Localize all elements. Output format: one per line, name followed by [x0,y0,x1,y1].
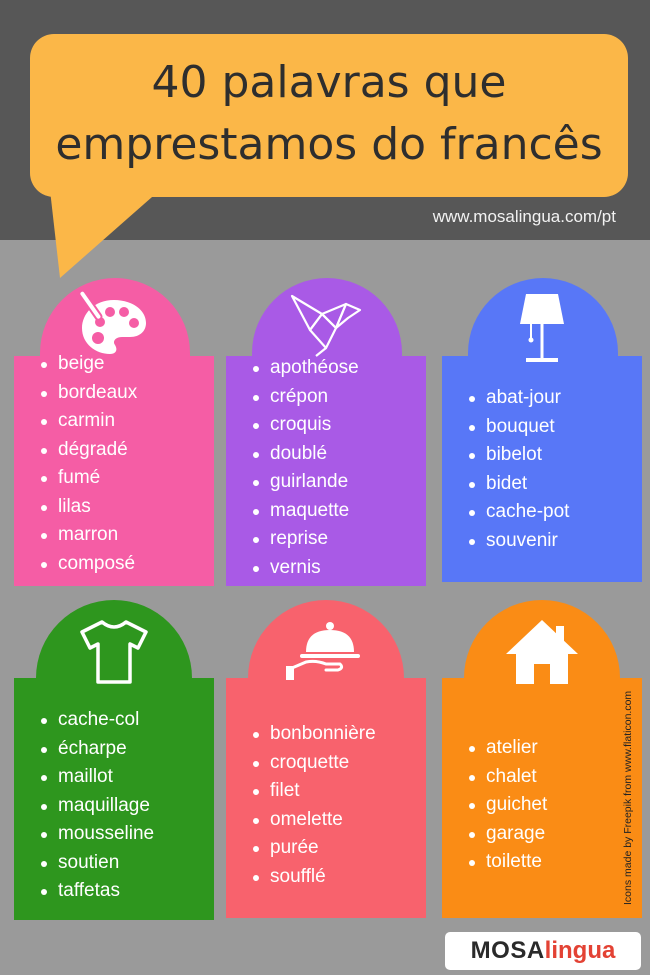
card-home-objects: abat-jour bouquet bibelot bidet cache-po… [442,278,642,582]
list-item: guirlande [253,468,426,497]
list-item: guichet [469,791,642,820]
list-item: abat-jour [469,384,642,413]
list-item: écharpe [41,735,214,764]
site-url[interactable]: www.mosalingua.com/pt [433,207,616,227]
title-line-1: 40 palavras que [151,57,507,108]
tshirt-icon [80,620,148,684]
list-item: fumé [41,464,214,493]
list-item: carmin [41,407,214,436]
card-places: atelier chalet guichet garage toilette [442,600,642,918]
logo-part-mosa: MOSA [470,937,545,964]
word-list: atelier chalet guichet garage toilette [442,734,642,877]
list-item: bordeaux [41,379,214,408]
word-list: beige bordeaux carmin dégradé fumé lilas… [14,350,214,578]
list-item: atelier [469,734,642,763]
list-item: vernis [253,554,426,583]
list-item: maquette [253,497,426,526]
list-item: composé [41,550,214,579]
list-item: filet [253,777,426,806]
lamp-icon [520,294,564,362]
card-colors: beige bordeaux carmin dégradé fumé lilas… [14,278,214,586]
list-item: taffetas [41,877,214,906]
list-item: souvenir [469,527,642,556]
list-item: reprise [253,525,426,554]
list-item: beige [41,350,214,379]
list-item: apothéose [253,354,426,383]
page-title: 40 palavras que emprestamos do francês [30,52,628,176]
list-item: bidet [469,470,642,499]
list-item: doublé [253,440,426,469]
list-item: garage [469,820,642,849]
card-clothing: cache-col écharpe maillot maquillage mou… [14,600,214,920]
title-line-2: emprestamos do francês [55,119,603,170]
list-item: toilette [469,848,642,877]
list-item: mousseline [41,820,214,849]
list-item: bonbonnière [253,720,426,749]
list-item: bouquet [469,413,642,442]
speech-bubble-tail [50,190,160,278]
house-icon [506,620,578,684]
card-arts: apothéose crépon croquis doublé guirland… [226,278,426,586]
list-item: cache-pot [469,498,642,527]
origami-bird-icon [290,294,362,357]
list-item: lilas [41,493,214,522]
card-food: bonbonnière croquette filet omelette pur… [226,600,426,918]
word-list: abat-jour bouquet bibelot bidet cache-po… [442,384,642,555]
cloche-tray-icon [286,622,360,680]
list-item: maquillage [41,792,214,821]
list-item: maillot [41,763,214,792]
mosalingua-logo[interactable]: MOSAlingua [445,932,641,970]
logo-text: MOSAlingua [445,932,641,970]
word-list: apothéose crépon croquis doublé guirland… [226,354,426,582]
word-list: cache-col écharpe maillot maquillage mou… [14,706,214,906]
list-item: croquis [253,411,426,440]
logo-part-lingua: lingua [544,937,616,964]
list-item: croquette [253,749,426,778]
list-item: dégradé [41,436,214,465]
list-item: omelette [253,806,426,835]
icon-credit: Icons made by Freepik from www.flaticon.… [622,690,634,905]
word-list: bonbonnière croquette filet omelette pur… [226,720,426,891]
list-item: soufflé [253,863,426,892]
list-item: marron [41,521,214,550]
list-item: bibelot [469,441,642,470]
list-item: crépon [253,383,426,412]
list-item: soutien [41,849,214,878]
list-item: cache-col [41,706,214,735]
list-item: purée [253,834,426,863]
list-item: chalet [469,763,642,792]
